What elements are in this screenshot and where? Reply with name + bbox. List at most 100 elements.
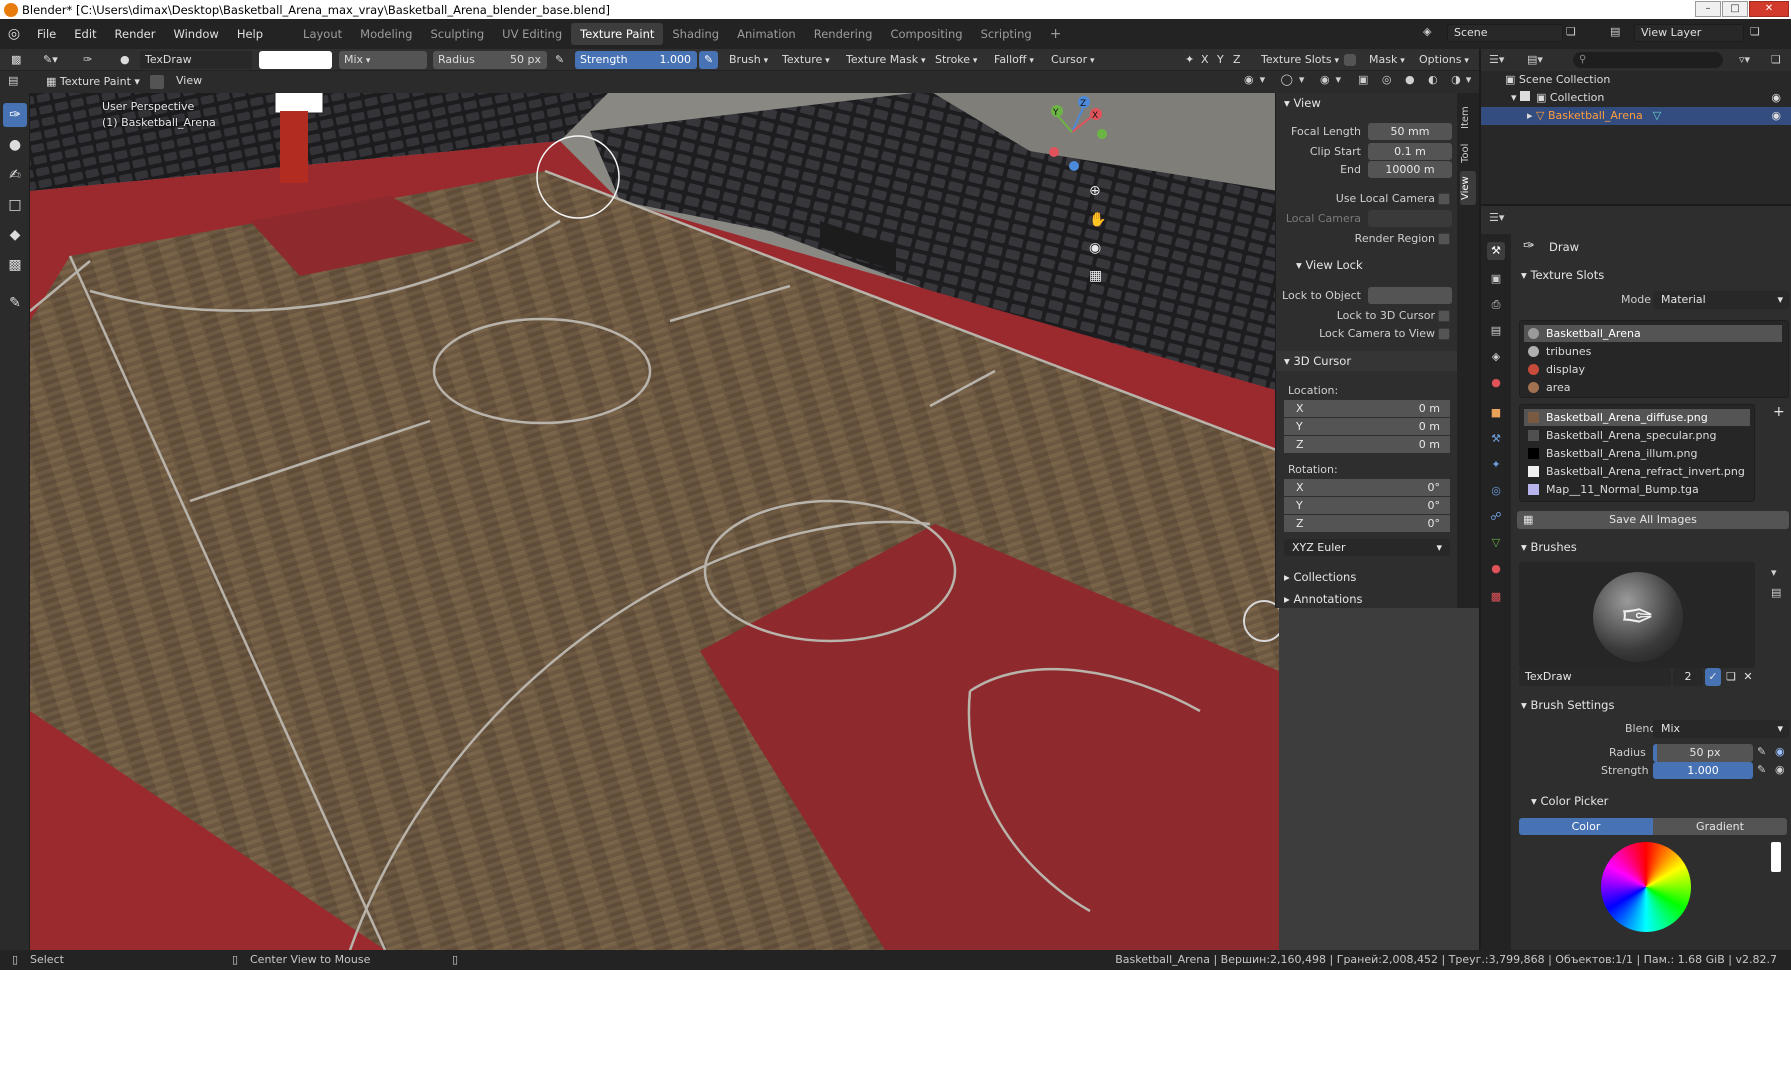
properties-editor-icon[interactable]: ☰▾ <box>1489 211 1504 224</box>
symmetry-x-toggle[interactable]: X <box>1198 51 1212 69</box>
texture-mask-dropdown[interactable]: Texture Mask <box>841 51 931 69</box>
particles-tab-icon[interactable]: ✦ <box>1487 456 1505 474</box>
outliner-search-input[interactable]: ⚲ <box>1573 52 1723 68</box>
3d-cursor-section-header[interactable]: ▾ 3D Cursor <box>1276 351 1458 371</box>
brush-preview[interactable]: ✑ <box>1519 562 1755 668</box>
tab-layout[interactable]: Layout <box>294 23 351 45</box>
modifier-tab-icon[interactable]: ⚒ <box>1487 430 1505 448</box>
menu-window[interactable]: Window <box>164 23 227 45</box>
mask-tool[interactable]: ▩ <box>3 253 27 277</box>
location-x-field[interactable]: X 0 m <box>1284 400 1450 417</box>
smear-tool[interactable]: ✍ <box>3 163 27 187</box>
menu-help[interactable]: Help <box>228 23 272 45</box>
tab-compositing[interactable]: Compositing <box>881 23 971 45</box>
view-lock-section-header[interactable]: ▾ View Lock <box>1276 255 1458 275</box>
cursor-dropdown[interactable]: Cursor <box>1046 51 1100 69</box>
view-layer-selector[interactable]: View Layer <box>1634 24 1744 42</box>
texture-tab-icon[interactable]: ▩ <box>1487 588 1505 606</box>
texture-dropdown[interactable]: Texture <box>777 51 835 69</box>
image-slot-illum[interactable]: Basketball_Arena_illum.png <box>1524 445 1750 462</box>
strength-field[interactable]: Strength 1.000 <box>575 51 697 69</box>
blend-mode-dropdown[interactable]: Mix <box>339 51 427 69</box>
brush-icon[interactable]: ✑ <box>78 51 97 69</box>
new-collection-icon[interactable]: ❏ <box>1771 53 1781 66</box>
tab-rendering[interactable]: Rendering <box>805 23 882 45</box>
color-tab-button[interactable]: Color <box>1519 818 1653 835</box>
brush-name-field[interactable]: TexDraw <box>1519 668 1671 686</box>
overlay-icons[interactable]: ◉▾ ◯▾ ◉▾ <box>1244 73 1347 86</box>
new-scene-icon[interactable]: ❏ <box>1566 25 1576 38</box>
image-slot-refract-invert[interactable]: Basketball_Arena_refract_invert.png <box>1524 463 1750 480</box>
color-value-slider[interactable] <box>1771 842 1781 872</box>
paint-mask-toggle[interactable] <box>150 75 164 89</box>
radius-pressure-icon-props[interactable]: ✎ <box>1757 745 1766 758</box>
mode-dropdown[interactable]: ▦ Texture Paint ▾ <box>40 73 146 91</box>
tab-sculpting[interactable]: Sculpting <box>421 23 493 45</box>
clip-start-field[interactable]: 0.1 m <box>1368 143 1452 160</box>
duplicate-brush-icon[interactable]: ❏ <box>1723 668 1739 686</box>
brush-dropdown[interactable]: Brush <box>724 51 773 69</box>
filter-icon[interactable]: ▿▾ <box>1739 53 1750 66</box>
new-view-layer-icon[interactable]: ❏ <box>1750 25 1760 38</box>
maximize-icon[interactable]: □ <box>1722 1 1748 17</box>
strength-pressure-icon[interactable]: ✎ <box>699 51 719 69</box>
material-slot-basketball-arena[interactable]: Basketball_Arena <box>1524 325 1782 342</box>
shading-icons[interactable]: ▣ ◎ ● ◐ ◑▾ <box>1358 73 1476 86</box>
brush-fake-user-icon[interactable]: ● <box>115 51 135 69</box>
symmetry-icon[interactable]: ✦ <box>1180 51 1199 69</box>
tab-animation[interactable]: Animation <box>728 23 805 45</box>
display-mode-icon[interactable]: ▤▾ <box>1527 53 1543 66</box>
strength-field-props[interactable]: 1.000 <box>1653 762 1753 779</box>
collection-visibility-icon[interactable]: ◉ <box>1771 89 1781 107</box>
tab-modeling[interactable]: Modeling <box>351 23 421 45</box>
outliner-editor-icon[interactable]: ☰▾ <box>1489 53 1504 66</box>
brush-color-swatch[interactable] <box>259 51 332 69</box>
clip-end-field[interactable]: 10000 m <box>1368 161 1452 178</box>
symmetry-y-toggle[interactable]: Y <box>1214 51 1227 69</box>
scene-selector[interactable]: Scene <box>1447 24 1563 42</box>
scene-icon[interactable]: ◈ <box>1423 25 1431 38</box>
soften-tool[interactable]: ● <box>3 133 27 157</box>
rotation-y-field[interactable]: Y 0° <box>1284 497 1450 514</box>
output-tab-icon[interactable]: ⎙ <box>1487 296 1505 314</box>
material-slot-display[interactable]: display <box>1524 361 1782 378</box>
3d-viewport[interactable]: Z X Y ⊕ ✋ ◉ ▦ User Perspective (1) Baske… <box>30 71 1279 950</box>
brush-users-count[interactable]: 2 <box>1673 668 1703 686</box>
brush-browse-icon[interactable]: ▾ <box>1771 566 1777 579</box>
texture-slots-dropdown[interactable]: Texture Slots <box>1256 51 1344 69</box>
draw-tool[interactable]: ✑ <box>3 103 27 127</box>
rotation-z-field[interactable]: Z 0° <box>1284 515 1450 532</box>
menu-render[interactable]: Render <box>106 23 165 45</box>
view-layer-tab-icon[interactable]: ▤ <box>1487 322 1505 340</box>
data-tab-icon[interactable]: ▽ <box>1487 534 1505 552</box>
collection-row[interactable]: ▾ ▣ Collection ◉ <box>1481 89 1791 107</box>
fill-tool[interactable]: ◆ <box>3 223 27 247</box>
image-slot-diffuse[interactable]: Basketball_Arena_diffuse.png <box>1524 409 1750 426</box>
tab-texture-paint[interactable]: Texture Paint <box>571 23 664 45</box>
stroke-dropdown[interactable]: Stroke <box>930 51 982 69</box>
texture-slots-section-header[interactable]: ▾ Texture Slots <box>1517 264 1791 286</box>
add-workspace-button[interactable]: + <box>1041 23 1071 45</box>
annotate-tool[interactable]: ✎ <box>3 291 27 315</box>
tool-tab-icon[interactable]: ⚒ <box>1487 242 1505 260</box>
view-menu[interactable]: View <box>176 74 202 87</box>
radius-unit-icon[interactable]: ◉ <box>1775 745 1785 758</box>
constraints-tab-icon[interactable]: ☍ <box>1487 508 1505 526</box>
color-picker-section-header[interactable]: ▾ Color Picker <box>1527 790 1791 812</box>
save-all-images-button[interactable]: ▦ Save All Images <box>1517 511 1789 529</box>
view-layer-icon[interactable]: ▤ <box>1610 25 1620 38</box>
scene-tab-icon[interactable]: ◈ <box>1487 348 1505 366</box>
clone-tool[interactable]: □ <box>3 193 27 217</box>
camera-view-icon[interactable]: ◉ <box>1089 240 1101 256</box>
symmetry-z-toggle[interactable]: Z <box>1230 51 1244 69</box>
location-z-field[interactable]: Z 0 m <box>1284 436 1450 453</box>
brushes-section-header[interactable]: ▾ Brushes <box>1517 536 1791 558</box>
strength-pressure-icon-props[interactable]: ✎ <box>1757 763 1766 776</box>
add-texture-slot-icon[interactable]: + <box>1773 404 1785 420</box>
fake-user-shield-icon[interactable]: ✓ <box>1705 668 1721 686</box>
blend-dropdown[interactable]: Mix ▾ <box>1653 720 1789 738</box>
lock-camera-to-view-checkbox[interactable] <box>1438 328 1450 340</box>
material-tab-icon[interactable]: ● <box>1487 560 1505 578</box>
local-camera-field[interactable] <box>1368 210 1452 227</box>
render-region-checkbox[interactable] <box>1438 233 1450 245</box>
